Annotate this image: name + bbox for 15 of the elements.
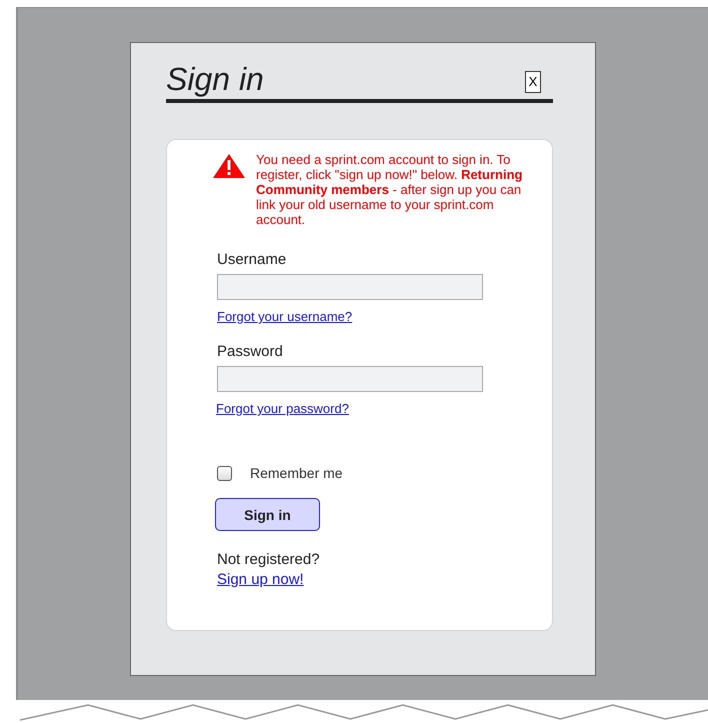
close-button[interactable]: X — [525, 71, 541, 93]
sign-up-link[interactable]: Sign up now! — [217, 572, 304, 588]
checkbox-label: Remember me — [250, 465, 343, 481]
field-label: Password — [217, 343, 283, 361]
register-prompt: Not registered? — [217, 551, 320, 569]
input-field[interactable] — [217, 366, 483, 392]
sign-in-button[interactable]: Sign in — [215, 498, 320, 531]
forgot-link[interactable]: Forgot your password? — [216, 401, 349, 417]
dialog-title: Sign in — [166, 61, 264, 97]
field-label: Username — [217, 251, 286, 269]
forgot-link[interactable]: Forgot your username? — [217, 309, 352, 325]
input-field[interactable] — [217, 274, 483, 300]
warning-icon — [213, 154, 245, 178]
warning-message: You need a sprint.com account to sign in. To register, click "sign up now!" below. Returning Community members - after sign up you can link your old username to your sprint.com account. — [256, 152, 524, 227]
remember-checkbox[interactable] — [217, 466, 232, 480]
